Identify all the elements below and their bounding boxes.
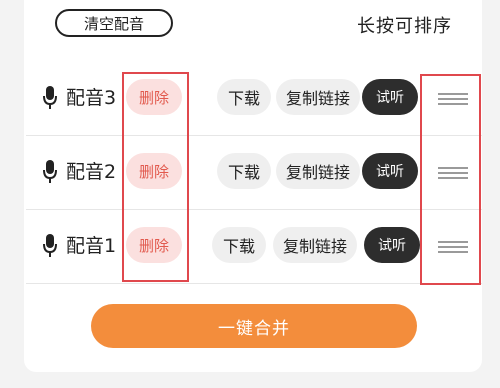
listen-button[interactable]: 试听 [362, 79, 418, 115]
clear-dubs-button[interactable]: 清空配音 [55, 9, 173, 37]
microphone-icon [43, 86, 57, 109]
microphone-icon [43, 234, 57, 257]
delete-button[interactable]: 删除 [126, 153, 182, 189]
drag-handle-icon[interactable] [438, 241, 468, 253]
dub-row: 配音2 删除 下载 复制链接 试听 [26, 135, 482, 210]
sort-hint-text: 长按可排序 [357, 16, 452, 37]
microphone-icon [43, 160, 57, 183]
drag-handle-icon[interactable] [438, 167, 468, 179]
delete-button[interactable]: 删除 [126, 79, 182, 115]
dub-name: 配音3 [66, 87, 117, 109]
drag-handle-icon[interactable] [438, 93, 468, 105]
dub-name: 配音2 [66, 161, 117, 183]
list-header: 清空配音 长按可排序 [0, 0, 500, 50]
dub-row: 配音3 删除 下载 复制链接 试听 [26, 61, 482, 136]
download-button[interactable]: 下载 [217, 79, 271, 115]
dub-name: 配音1 [66, 235, 117, 257]
download-button[interactable]: 下载 [212, 227, 266, 263]
dub-row: 配音1 删除 下载 复制链接 试听 [26, 209, 482, 284]
listen-button[interactable]: 试听 [364, 227, 420, 263]
listen-button[interactable]: 试听 [362, 153, 418, 189]
delete-button[interactable]: 删除 [126, 227, 182, 263]
copy-link-button[interactable]: 复制链接 [276, 153, 360, 189]
copy-link-button[interactable]: 复制链接 [273, 227, 357, 263]
copy-link-button[interactable]: 复制链接 [276, 79, 360, 115]
download-button[interactable]: 下载 [217, 153, 271, 189]
merge-all-button[interactable]: 一键合并 [91, 304, 417, 348]
